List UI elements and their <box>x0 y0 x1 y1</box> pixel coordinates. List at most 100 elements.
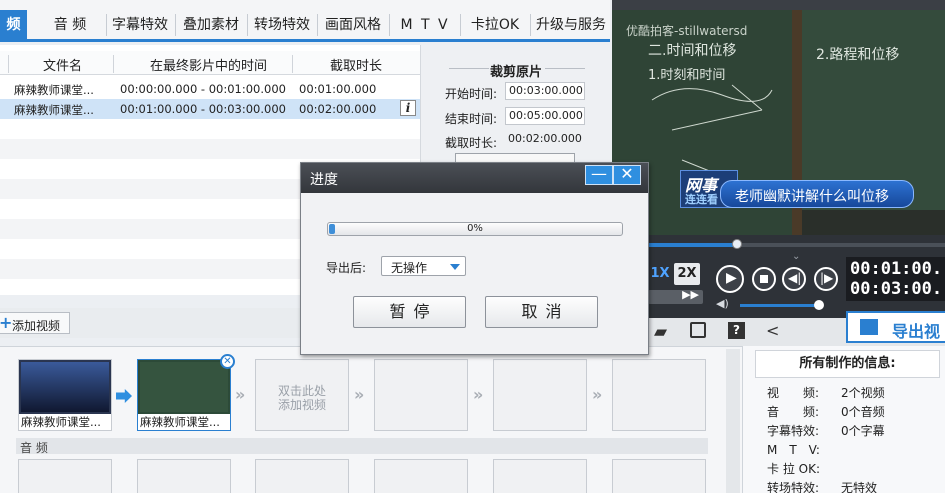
col-header-filename[interactable]: 文件名 <box>43 55 82 74</box>
col-header-timeline-range[interactable]: 在最终影片中的时间 <box>150 55 267 74</box>
minimize-button[interactable]: — <box>585 165 613 185</box>
end-time-label: 结束时间: <box>445 112 498 126</box>
info-key: 卡 拉 OK: <box>767 462 820 476</box>
tab-mtv[interactable]: M T V <box>395 10 455 40</box>
empty-slot[interactable] <box>612 359 706 431</box>
transition-arrow-icon[interactable]: » <box>354 385 364 404</box>
after-export-value: 无操作 <box>391 261 428 275</box>
video-caption: 老师幽默讲解什么叫位移 <box>735 189 889 205</box>
table-row[interactable]: 麻辣教师课堂... 00:01:00.000 - 00:03:00.000 00… <box>0 99 420 119</box>
transition-arrow-icon[interactable]: » <box>592 385 602 404</box>
close-icon: ✕ <box>620 164 634 183</box>
info-key: 视 频: <box>767 386 820 400</box>
cell-filename: 麻辣教师课堂... <box>14 83 94 97</box>
board-text: 1.时刻和时间 <box>648 68 726 83</box>
audio-slot[interactable] <box>612 459 706 493</box>
play-button[interactable]: ▶ <box>716 265 744 293</box>
tab-picture-style[interactable]: 画面风格 <box>320 10 386 40</box>
audio-slot[interactable] <box>374 459 468 493</box>
start-time-field[interactable]: 00:03:00.000 <box>505 82 585 100</box>
audio-slot[interactable] <box>493 459 587 493</box>
cell-range: 00:00:00.000 - 00:01:00.000 <box>120 82 286 96</box>
after-export-select[interactable]: 无操作 <box>381 256 466 276</box>
scrollbar[interactable] <box>726 349 740 493</box>
open-folder-icon[interactable]: ▰ <box>654 322 667 342</box>
board-text: 2.路程和位移 <box>816 47 900 63</box>
volume-icon[interactable]: ◀) <box>716 297 729 310</box>
trim-title: 裁剪原片 <box>489 65 542 80</box>
tab-upgrade-service[interactable]: 升级与服务 <box>533 10 609 40</box>
volume-handle[interactable] <box>814 300 824 310</box>
trim-duration-value: 00:02:00.000 <box>508 132 582 145</box>
tab-separator <box>106 14 107 36</box>
speed-1x-button[interactable]: 1X <box>648 263 672 285</box>
col-header-duration[interactable]: 截取时长 <box>330 55 382 74</box>
transition-arrow-icon[interactable]: » <box>235 385 245 404</box>
audio-slot[interactable] <box>18 459 112 493</box>
tab-separator <box>247 14 248 36</box>
minimize-icon: — <box>591 164 607 183</box>
rewind-icon: ◀| <box>788 271 802 285</box>
tab-transition-effects[interactable]: 转场特效 <box>250 10 314 40</box>
after-export-label: 导出后: <box>326 261 367 275</box>
table-header: 文件名 在最终影片中的时间 截取时长 <box>0 51 420 75</box>
chevron-down-icon[interactable]: ⌄ <box>792 251 800 262</box>
seek-progress <box>648 243 736 247</box>
top-tab-bar: 频 音 频 字幕特效 叠加素材 转场特效 画面风格 M T V 卡拉OK 升级与… <box>0 0 610 42</box>
volume-slider[interactable] <box>740 300 824 310</box>
audio-track-label: 音 频 <box>20 441 48 455</box>
tab-overlay-assets[interactable]: 叠加素材 <box>178 10 244 40</box>
info-value: 0个字幕 <box>841 424 885 438</box>
tab-separator <box>317 14 318 36</box>
add-video-button[interactable]: + 添加视频 <box>0 312 70 334</box>
seek-handle[interactable] <box>732 239 742 249</box>
empty-slot[interactable]: 双击此处 添加视频 <box>255 359 349 431</box>
tab-video[interactable]: 频 <box>0 10 27 40</box>
cell-duration: 00:01:00.000 <box>299 82 377 96</box>
empty-slot[interactable] <box>493 359 587 431</box>
empty-slot[interactable] <box>374 359 468 431</box>
pause-button[interactable]: 暂停 <box>353 296 466 328</box>
cell-filename: 麻辣教师课堂... <box>14 103 94 117</box>
info-title: 所有制作的信息: <box>755 350 940 378</box>
clip-preview-image <box>21 362 109 412</box>
column-separator <box>292 55 293 73</box>
tab-audio[interactable]: 音 频 <box>35 10 105 40</box>
export-video-button[interactable]: 导出视 <box>846 311 945 343</box>
close-button[interactable]: ✕ <box>613 165 641 185</box>
prev-frame-button[interactable]: ◀| <box>782 267 806 291</box>
save-icon[interactable] <box>690 322 706 338</box>
speed-slider[interactable]: ▶▶ <box>648 288 703 304</box>
info-icon[interactable]: i <box>400 100 416 116</box>
dialog-title: 进度 <box>310 172 338 188</box>
tab-separator <box>460 14 461 36</box>
clip-thumbnail-selected[interactable]: 麻辣教师课堂... <box>137 359 231 431</box>
help-icon[interactable]: ? <box>728 322 745 339</box>
remove-clip-icon[interactable]: ✕ <box>220 354 235 369</box>
caption-bar: 老师幽默讲解什么叫位移 <box>720 180 914 208</box>
trim-duration-label: 截取时长: <box>445 136 498 150</box>
table-row[interactable]: 麻辣教师课堂... 00:00:00.000 - 00:01:00.000 00… <box>0 79 420 99</box>
clip-thumbnail[interactable]: 麻辣教师课堂... <box>18 359 112 431</box>
export-label: 导出视 <box>892 322 941 341</box>
seek-bar[interactable] <box>648 239 945 249</box>
audio-track-header: 音 频 <box>16 438 708 455</box>
dialog-titlebar[interactable]: 进度 — ✕ <box>301 163 648 193</box>
end-time-field[interactable]: 00:05:00.000 <box>505 107 585 125</box>
add-video-label: 添加视频 <box>12 319 61 333</box>
audio-slot[interactable] <box>255 459 349 493</box>
next-frame-button[interactable]: |▶ <box>814 267 838 291</box>
stop-button[interactable] <box>752 267 776 291</box>
fast-forward-icon: ▶▶ <box>682 288 699 301</box>
audio-slot[interactable] <box>137 459 231 493</box>
cancel-button[interactable]: 取消 <box>485 296 598 328</box>
tab-separator <box>389 14 390 36</box>
share-icon[interactable]: < <box>766 321 779 340</box>
tab-subtitle-effects[interactable]: 字幕特效 <box>108 10 172 40</box>
tab-karaoke[interactable]: 卡拉OK <box>463 10 527 40</box>
cell-range: 00:01:00.000 - 00:03:00.000 <box>120 102 286 116</box>
transition-arrow-icon[interactable]: » <box>473 385 483 404</box>
speed-2x-button[interactable]: 2X <box>674 263 700 285</box>
storyboard-timeline: 麻辣教师课堂... 麻辣教师课堂... ✕ » 双击此处 添加视频 » » » … <box>0 346 742 493</box>
transition-arrow-icon[interactable] <box>116 389 132 403</box>
